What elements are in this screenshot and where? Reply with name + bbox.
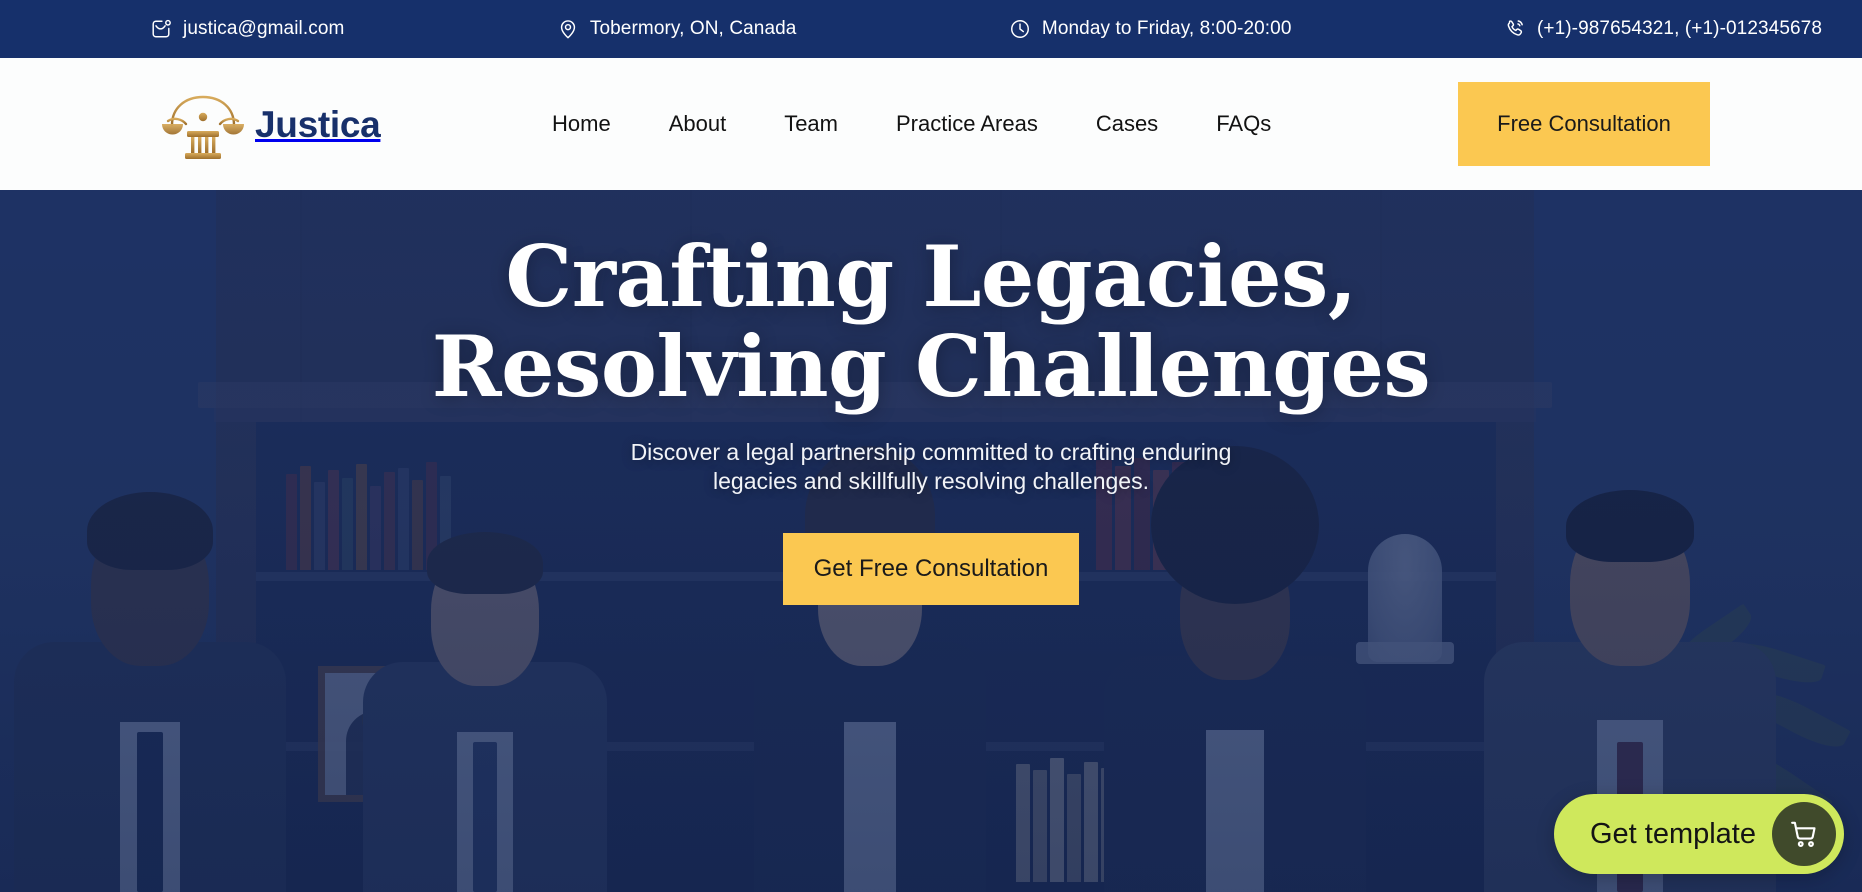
scales-of-justice-icon xyxy=(160,87,246,161)
nav-item-faqs[interactable]: FAQs xyxy=(1187,113,1300,135)
topbar-hours-label: Monday to Friday, 8:00-20:00 xyxy=(1041,18,1292,39)
nav-item-team[interactable]: Team xyxy=(755,113,867,135)
topbar-location[interactable]: Tobermory, ON, Canada xyxy=(557,18,797,40)
location-pin-icon xyxy=(557,18,579,40)
mail-icon xyxy=(150,18,172,40)
top-contact-bar: justica@gmail.com Tobermory, ON, Canada xyxy=(0,0,1862,58)
brand-name: Justica xyxy=(255,103,381,145)
shopping-cart-icon[interactable] xyxy=(1772,802,1836,866)
nav-item-about[interactable]: About xyxy=(640,113,756,135)
hero-content: Crafting Legacies, Resolving Challenges … xyxy=(0,190,1862,892)
nav-item-practice-areas[interactable]: Practice Areas xyxy=(867,113,1067,135)
get-free-consultation-button[interactable]: Get Free Consultation xyxy=(783,532,1079,605)
phone-icon xyxy=(1504,18,1526,40)
get-template-widget[interactable]: Get template xyxy=(1553,794,1844,874)
get-template-label: Get template xyxy=(1589,817,1756,850)
brand-logo-link[interactable]: Justica xyxy=(160,87,381,161)
hero-section: Crafting Legacies, Resolving Challenges … xyxy=(0,190,1862,892)
site-header: Justica Home About Team Practice Areas C… xyxy=(0,58,1862,190)
page-root: justica@gmail.com Tobermory, ON, Canada xyxy=(0,0,1862,892)
hero-headline-line-2: Resolving Challenges xyxy=(431,316,1431,416)
hero-subtitle: Discover a legal partnership committed t… xyxy=(630,438,1232,495)
nav-item-home[interactable]: Home xyxy=(540,113,640,135)
topbar-location-label: Tobermory, ON, Canada xyxy=(589,18,797,39)
free-consultation-button[interactable]: Free Consultation xyxy=(1458,82,1710,166)
topbar-phone[interactable]: (+1)-987654321, (+1)-012345678 xyxy=(1504,18,1822,40)
hero-headline-line-1: Crafting Legacies, xyxy=(505,227,1357,326)
clock-icon xyxy=(1009,18,1031,40)
topbar-email-label: justica@gmail.com xyxy=(183,18,345,39)
hero-headline: Crafting Legacies, Resolving Challenges xyxy=(431,232,1431,416)
topbar-phone-label: (+1)-987654321, (+1)-012345678 xyxy=(1536,18,1823,39)
topbar-email[interactable]: justica@gmail.com xyxy=(150,18,344,40)
main-navigation: Home About Team Practice Areas Cases FAQ… xyxy=(540,113,1300,135)
nav-item-cases[interactable]: Cases xyxy=(1067,113,1187,135)
topbar-hours[interactable]: Monday to Friday, 8:00-20:00 xyxy=(1009,18,1292,40)
